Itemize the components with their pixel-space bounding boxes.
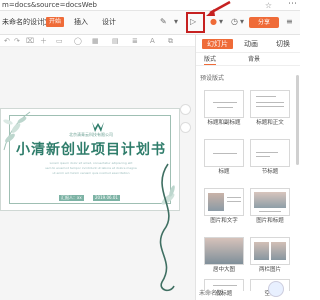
arrange-icon[interactable]: ⧉ (168, 36, 173, 46)
text-box-icon[interactable]: ▭ (56, 36, 63, 46)
redo-icon[interactable]: ↷ (14, 36, 20, 46)
history-dropdown-icon[interactable]: ▾ (240, 17, 244, 27)
layout-label: 两栏图片 (258, 267, 281, 273)
layout-label: 图片和文字 (210, 218, 238, 224)
menu-insert[interactable]: 插入 (74, 17, 88, 27)
subtab-layout[interactable]: 版式 (204, 55, 217, 65)
highlight-box (186, 12, 205, 33)
panel-subtabs: 版式 背景 (196, 53, 300, 66)
layout-thumbnail[interactable] (250, 90, 290, 118)
pen-annotation (159, 163, 175, 292)
tab-slide[interactable]: 幻灯片 (202, 39, 233, 49)
format-painter-icon[interactable]: ⌧ (26, 36, 34, 46)
layout-thumbnail[interactable] (250, 139, 290, 167)
assistant-avatar-icon[interactable] (268, 281, 284, 297)
slide-organization: 北京清青云科技有限公司 (69, 132, 113, 137)
table-icon[interactable]: ▤ (112, 36, 119, 46)
address-bar[interactable]: m=docs&source=docsWeb ☆ ⋯ (0, 0, 300, 11)
layout-label: 标题 (218, 169, 230, 175)
collaborator-dropdown-icon[interactable]: ▾ (219, 17, 223, 27)
layout-label: 图片和标题 (256, 218, 284, 224)
comment-button[interactable] (180, 122, 191, 133)
section-more-layouts: 未命名版 (199, 290, 224, 297)
zoom-button[interactable] (180, 104, 191, 115)
layout-thumbnail[interactable] (204, 90, 244, 118)
design-panel: 幻灯片 动画 切换 版式 背景 预设版式 标题和副标题 标题和正文 标题 节标题… (195, 35, 300, 300)
layout-thumbnail[interactable] (250, 188, 290, 216)
share-button[interactable]: 分享 (249, 17, 279, 28)
tab-transition[interactable]: 切换 (276, 39, 290, 49)
layout-label: 标题和正文 (256, 120, 284, 126)
shape-icon[interactable]: ◯ (74, 36, 82, 46)
more-menu-icon[interactable]: ≡ (286, 17, 293, 27)
menu-divider-icon: | (42, 17, 45, 26)
app-window: m=docs&source=docsWeb ☆ ⋯ 未命名的设计文档 | 开始 … (0, 0, 300, 300)
collaborator-icon[interactable]: ● (210, 17, 217, 27)
top-toolbar: 未命名的设计文档 | 开始 插入 设计 ✎ ▾ ▷ ● ▾ ◷ ▾ 分享 ≡ (0, 11, 300, 35)
menu-design[interactable]: 设计 (102, 17, 116, 27)
highlight-arrow-icon (206, 0, 231, 16)
panel-scrollbar[interactable] (296, 75, 299, 165)
undo-icon[interactable]: ↶ (4, 36, 10, 46)
menu-start[interactable]: 开始 (46, 17, 65, 27)
layout-label: 标题和副标题 (207, 120, 241, 126)
section-preset-layouts: 预设版式 (200, 75, 225, 82)
layout-thumbnail[interactable] (204, 139, 244, 167)
dropdown-chevron-icon[interactable]: ▾ (174, 17, 178, 27)
subtab-background[interactable]: 背景 (248, 55, 260, 64)
font-color-icon[interactable]: A (150, 36, 155, 46)
star-icon[interactable]: ☆ (265, 1, 272, 10)
new-slide-icon[interactable]: ＋ (40, 36, 47, 46)
more-icon[interactable]: ⋯ (288, 0, 297, 9)
slide-title[interactable]: 小清新创业项目计划书 (1, 139, 181, 159)
layout-thumbnail[interactable] (204, 188, 244, 216)
company-logo-icon (92, 122, 104, 132)
history-icon[interactable]: ◷ (231, 17, 238, 27)
layout-thumbnail[interactable] (250, 237, 290, 265)
align-icon[interactable]: ≣ (132, 36, 138, 46)
url-text[interactable]: m=docs&source=docsWeb (2, 0, 97, 11)
layout-label: 节标题 (261, 169, 279, 175)
layout-thumbnail[interactable] (204, 237, 244, 265)
edit-icon[interactable]: ✎ (160, 17, 167, 27)
tab-animation[interactable]: 动画 (244, 39, 258, 49)
slide-date: 2019.06.01 (93, 195, 120, 201)
image-icon[interactable]: ▦ (92, 36, 99, 46)
layout-label: 居中大图 (212, 267, 235, 273)
panel-tabs: 幻灯片 动画 切换 (196, 35, 300, 53)
slide-presenter: 汇报人：xx (59, 195, 84, 201)
format-toolbar: ↶ ↷ ⌧ ＋ ▭ ◯ ▦ ▤ ≣ A ⧉ (0, 35, 195, 47)
